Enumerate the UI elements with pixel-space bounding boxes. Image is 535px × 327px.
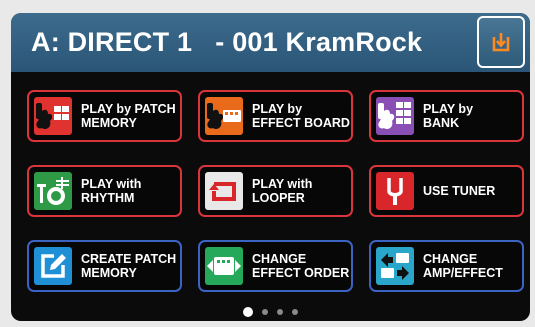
tile-play-by-patch-memory[interactable]: PLAY by PATCH MEMORY xyxy=(27,90,182,142)
tile-change-amp-effect[interactable]: CHANGE AMP/EFFECT xyxy=(369,240,524,292)
tile-use-tuner[interactable]: USE TUNER xyxy=(369,165,524,217)
tile-label: PLAY with LOOPER xyxy=(252,177,313,205)
tile-label: PLAY by PATCH MEMORY xyxy=(81,102,176,130)
guitar-patch-icon xyxy=(34,97,72,135)
save-button[interactable] xyxy=(477,16,525,68)
tile-play-by-bank[interactable]: PLAY by BANK xyxy=(369,90,524,142)
tile-label: CHANGE EFFECT ORDER xyxy=(252,252,350,280)
guitar-bank-icon xyxy=(376,97,414,135)
tile-play-by-effect-board[interactable]: PLAY by EFFECT BOARD xyxy=(198,90,353,142)
page-dot-1[interactable] xyxy=(243,307,253,317)
tile-label: USE TUNER xyxy=(423,184,496,198)
tile-label: PLAY with RHYTHM xyxy=(81,177,142,205)
main-screen: A: DIRECT 1 - 001 KramRock PLAY by PATCH… xyxy=(11,13,530,321)
tuner-fork-icon xyxy=(376,172,414,210)
save-arrow-icon xyxy=(492,33,510,52)
amp-effect-icon xyxy=(376,247,414,285)
guitar-effect-board-icon xyxy=(205,97,243,135)
drum-icon xyxy=(34,172,72,210)
tile-label: PLAY by EFFECT BOARD xyxy=(252,102,350,130)
header-bar: A: DIRECT 1 - 001 KramRock xyxy=(11,13,530,72)
tile-label: CREATE PATCH MEMORY xyxy=(81,252,177,280)
tile-play-with-looper[interactable]: PLAY with LOOPER xyxy=(198,165,353,217)
page-dot-2[interactable] xyxy=(262,309,268,315)
tile-label: CHANGE AMP/EFFECT xyxy=(423,252,503,280)
effect-order-icon xyxy=(205,247,243,285)
looper-icon xyxy=(205,172,243,210)
patch-title: A: DIRECT 1 - 001 KramRock xyxy=(31,27,423,57)
tile-play-with-rhythm[interactable]: PLAY with RHYTHM xyxy=(27,165,182,217)
edit-icon xyxy=(34,247,72,285)
tile-change-effect-order[interactable]: CHANGE EFFECT ORDER xyxy=(198,240,353,292)
page-indicator xyxy=(11,307,530,317)
tile-create-patch-memory[interactable]: CREATE PATCH MEMORY xyxy=(27,240,182,292)
tile-label: PLAY by BANK xyxy=(423,102,474,130)
page-dot-3[interactable] xyxy=(277,309,283,315)
page-dot-4[interactable] xyxy=(292,309,298,315)
